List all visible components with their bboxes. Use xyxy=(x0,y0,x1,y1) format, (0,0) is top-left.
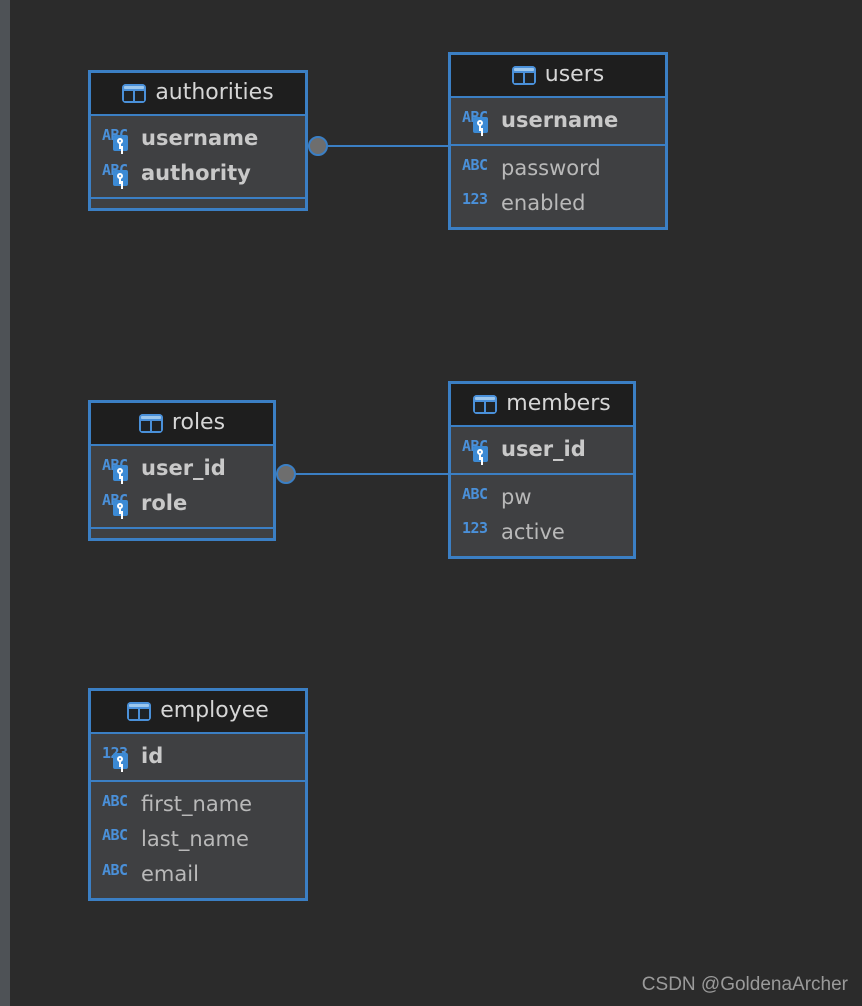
key-icon xyxy=(113,464,128,481)
column-name: user_id xyxy=(141,456,226,481)
key-icon xyxy=(113,499,128,516)
column-row[interactable]: ABC first_name xyxy=(91,787,305,822)
column-row[interactable]: ABC authority xyxy=(91,156,305,191)
key-icon xyxy=(113,169,128,186)
column-name: role xyxy=(141,491,188,516)
column-name: active xyxy=(501,519,565,544)
column-group-columns: ABC first_name ABC last_name ABC email xyxy=(91,780,305,898)
entity-name: roles xyxy=(171,410,226,435)
text-type-icon: ABC xyxy=(102,862,132,886)
entity-table-roles[interactable]: roles ABC user_id ABC role xyxy=(88,400,276,541)
column-type-label: ABC xyxy=(462,484,488,503)
column-row[interactable]: ABC username xyxy=(451,103,665,138)
column-name: authority xyxy=(141,161,251,186)
column-type-label: ABC xyxy=(102,861,128,880)
text-primary-key-icon: ABC xyxy=(102,162,132,186)
number-type-icon: 123 xyxy=(462,520,492,544)
text-type-icon: ABC xyxy=(102,793,132,817)
column-type-label: ABC xyxy=(102,791,128,810)
entity-table-authorities[interactable]: authorities ABC username ABC authority xyxy=(88,70,308,211)
column-row[interactable]: 123 enabled xyxy=(451,186,665,221)
text-primary-key-icon: ABC xyxy=(102,127,132,151)
column-group-primary-key: ABC user_id xyxy=(451,427,633,474)
column-type-label: 123 xyxy=(462,190,488,209)
column-name: user_id xyxy=(501,437,586,462)
table-icon xyxy=(511,65,536,85)
table-icon xyxy=(122,83,147,103)
key-icon xyxy=(473,445,488,462)
table-icon xyxy=(127,701,152,721)
entity-table-employee[interactable]: employee123idABCfirst_nameABClast_nameAB… xyxy=(88,688,308,901)
entity-header-users[interactable]: users xyxy=(451,55,665,99)
text-primary-key-icon: ABC xyxy=(462,438,492,462)
column-group-columns: ABC password 123 enabled xyxy=(451,144,665,227)
column-row[interactable]: ABC last_name xyxy=(91,822,305,857)
entity-header-members[interactable]: members xyxy=(451,384,633,428)
entity-name: members xyxy=(506,391,611,416)
column-row[interactable]: ABC email xyxy=(91,857,305,892)
column-row[interactable]: ABC user_id xyxy=(91,451,273,486)
key-icon xyxy=(473,116,488,133)
entity-name: authorities xyxy=(155,80,274,105)
column-name: last_name xyxy=(141,826,249,851)
column-name: enabled xyxy=(501,190,586,215)
column-group-primary-key: ABC username xyxy=(451,98,665,145)
entity-header-roles[interactable]: roles xyxy=(91,403,273,447)
text-type-icon: ABC xyxy=(462,157,492,181)
column-group-primary-key: ABC username ABC authority xyxy=(91,116,305,197)
column-name: username xyxy=(501,108,619,133)
column-name: pw xyxy=(501,485,532,510)
entity-table-users[interactable]: users ABC username ABC password 123 enabled xyxy=(448,52,668,230)
text-primary-key-icon: ABC xyxy=(102,492,132,516)
column-group-empty xyxy=(91,196,305,208)
relationship-line-roles-members[interactable] xyxy=(286,473,448,475)
column-group-primary-key: 123 id xyxy=(91,734,305,781)
table-icon xyxy=(473,394,498,414)
column-row[interactable]: ABC password xyxy=(451,151,665,186)
relationship-endpoint-authorities-users[interactable] xyxy=(308,136,328,156)
column-group-primary-key: ABC user_id ABC role xyxy=(91,446,273,527)
left-gutter-strip xyxy=(0,0,10,1006)
entity-table-members[interactable]: members ABC user_id ABC pw 123 active xyxy=(448,381,636,559)
diagram-canvas: authorities ABC username ABC authority users A… xyxy=(0,0,862,1006)
column-row[interactable]: ABC username xyxy=(91,121,305,156)
relationship-endpoint-roles-members[interactable] xyxy=(276,464,296,484)
text-type-icon: ABC xyxy=(102,827,132,851)
column-name: first_name xyxy=(141,792,253,817)
column-row[interactable]: ABC role xyxy=(91,486,273,521)
column-type-label: 123 xyxy=(462,519,488,538)
column-type-label: ABC xyxy=(462,155,488,174)
column-group-empty xyxy=(91,526,273,538)
entity-header-authorities[interactable]: authorities xyxy=(91,73,305,117)
entity-header-employee[interactable]: employee xyxy=(91,691,305,735)
column-row[interactable]: ABC user_id xyxy=(451,432,633,467)
text-primary-key-icon: ABC xyxy=(102,457,132,481)
entity-name: employee xyxy=(160,698,269,723)
column-type-label: ABC xyxy=(102,826,128,845)
column-row[interactable]: 123 active xyxy=(451,515,633,550)
watermark-text: CSDN @GoldenaArcher xyxy=(641,974,848,995)
number-type-icon: 123 xyxy=(462,191,492,215)
number-primary-key-icon: 123 xyxy=(102,745,132,769)
column-name: id xyxy=(141,744,164,769)
column-row[interactable]: ABC pw xyxy=(451,480,633,515)
entity-name: users xyxy=(544,62,605,87)
table-icon xyxy=(138,413,163,433)
column-row[interactable]: 123 id xyxy=(91,739,305,774)
key-icon xyxy=(113,134,128,151)
column-group-columns: ABC pw 123 active xyxy=(451,473,633,556)
text-type-icon: ABC xyxy=(462,486,492,510)
text-primary-key-icon: ABC xyxy=(462,109,492,133)
column-name: username xyxy=(141,126,259,151)
key-icon xyxy=(113,752,128,769)
column-name: password xyxy=(501,156,601,181)
column-name: email xyxy=(141,861,199,886)
relationship-line-authorities-users[interactable] xyxy=(318,145,448,147)
